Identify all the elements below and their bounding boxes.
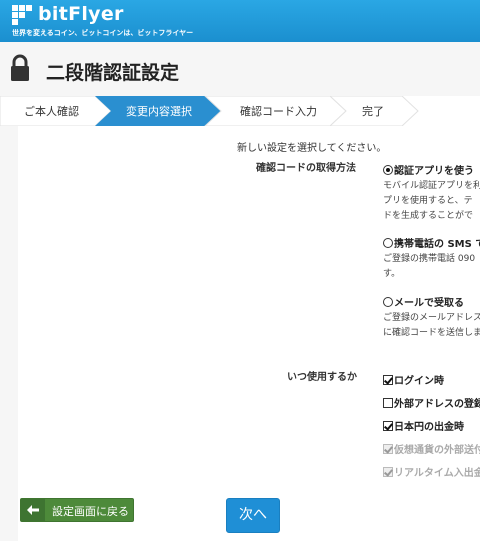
checkbox-external-address[interactable]: 外部アドレスの登録 — [383, 395, 480, 410]
checkbox — [383, 467, 393, 477]
checkbox — [383, 444, 393, 454]
bitflyer-logo-icon[interactable] — [12, 5, 34, 27]
radio-email[interactable]: メールで受取る — [383, 294, 464, 309]
step-select-change: 変更内容選択 — [126, 105, 192, 118]
lock-icon — [11, 54, 29, 81]
checkbox[interactable] — [383, 421, 393, 431]
email-description: ご登録のメールアドレス に確認コードを送信しま — [383, 313, 480, 338]
when-label: いつ使用するか — [287, 372, 357, 383]
arrow-left-icon — [21, 499, 45, 521]
method-label: 確認コードの取得方法 — [256, 163, 356, 174]
step-complete: 完了 — [362, 105, 384, 118]
step-identity: ご本人確認 — [24, 105, 79, 118]
radio-button[interactable] — [383, 238, 393, 248]
checkbox[interactable] — [383, 398, 393, 408]
step-indicator: ご本人確認 変更内容選択 確認コード入力 完了 — [0, 96, 480, 126]
radio-sms[interactable]: 携帯電話の SMS で — [383, 235, 480, 250]
step-enter-code: 確認コード入力 — [240, 105, 317, 118]
checkbox-jpy-withdrawal[interactable]: 日本円の出金時 — [383, 418, 464, 433]
radio-authenticator-app[interactable]: 認証アプリを使う — [383, 162, 474, 177]
checkbox-login[interactable]: ログイン時 — [383, 372, 444, 387]
back-button-label: 設定画面に戻る — [52, 505, 129, 518]
radio-button[interactable] — [383, 165, 393, 175]
brand-name[interactable]: bitFlyer — [38, 3, 124, 25]
header-bar: bitFlyer 世界を変えるコイン、ビットコインは、ビットフライヤー — [0, 0, 480, 42]
sms-description: ご登録の携帯電話 090 す。 — [383, 254, 476, 279]
authenticator-app-description: モバイル認証アプリを利 プリを使用すると、テ ドを生成することがで — [383, 181, 480, 221]
checkbox-crypto-send: 仮想通貨の外部送付 — [383, 441, 480, 456]
radio-button[interactable] — [383, 297, 393, 307]
instruction-text: 新しい設定を選択してください。 — [237, 143, 387, 154]
back-to-settings-button[interactable]: 設定画面に戻る — [20, 498, 134, 522]
brand-tagline: 世界を変えるコイン、ビットコインは、ビットフライヤー — [12, 29, 194, 37]
next-button[interactable]: 次へ — [226, 498, 280, 533]
checkbox[interactable] — [383, 375, 393, 385]
checkbox-realtime-deposit: リアルタイム入出金 — [383, 464, 480, 479]
page-title: 二段階認証設定 — [46, 62, 180, 84]
